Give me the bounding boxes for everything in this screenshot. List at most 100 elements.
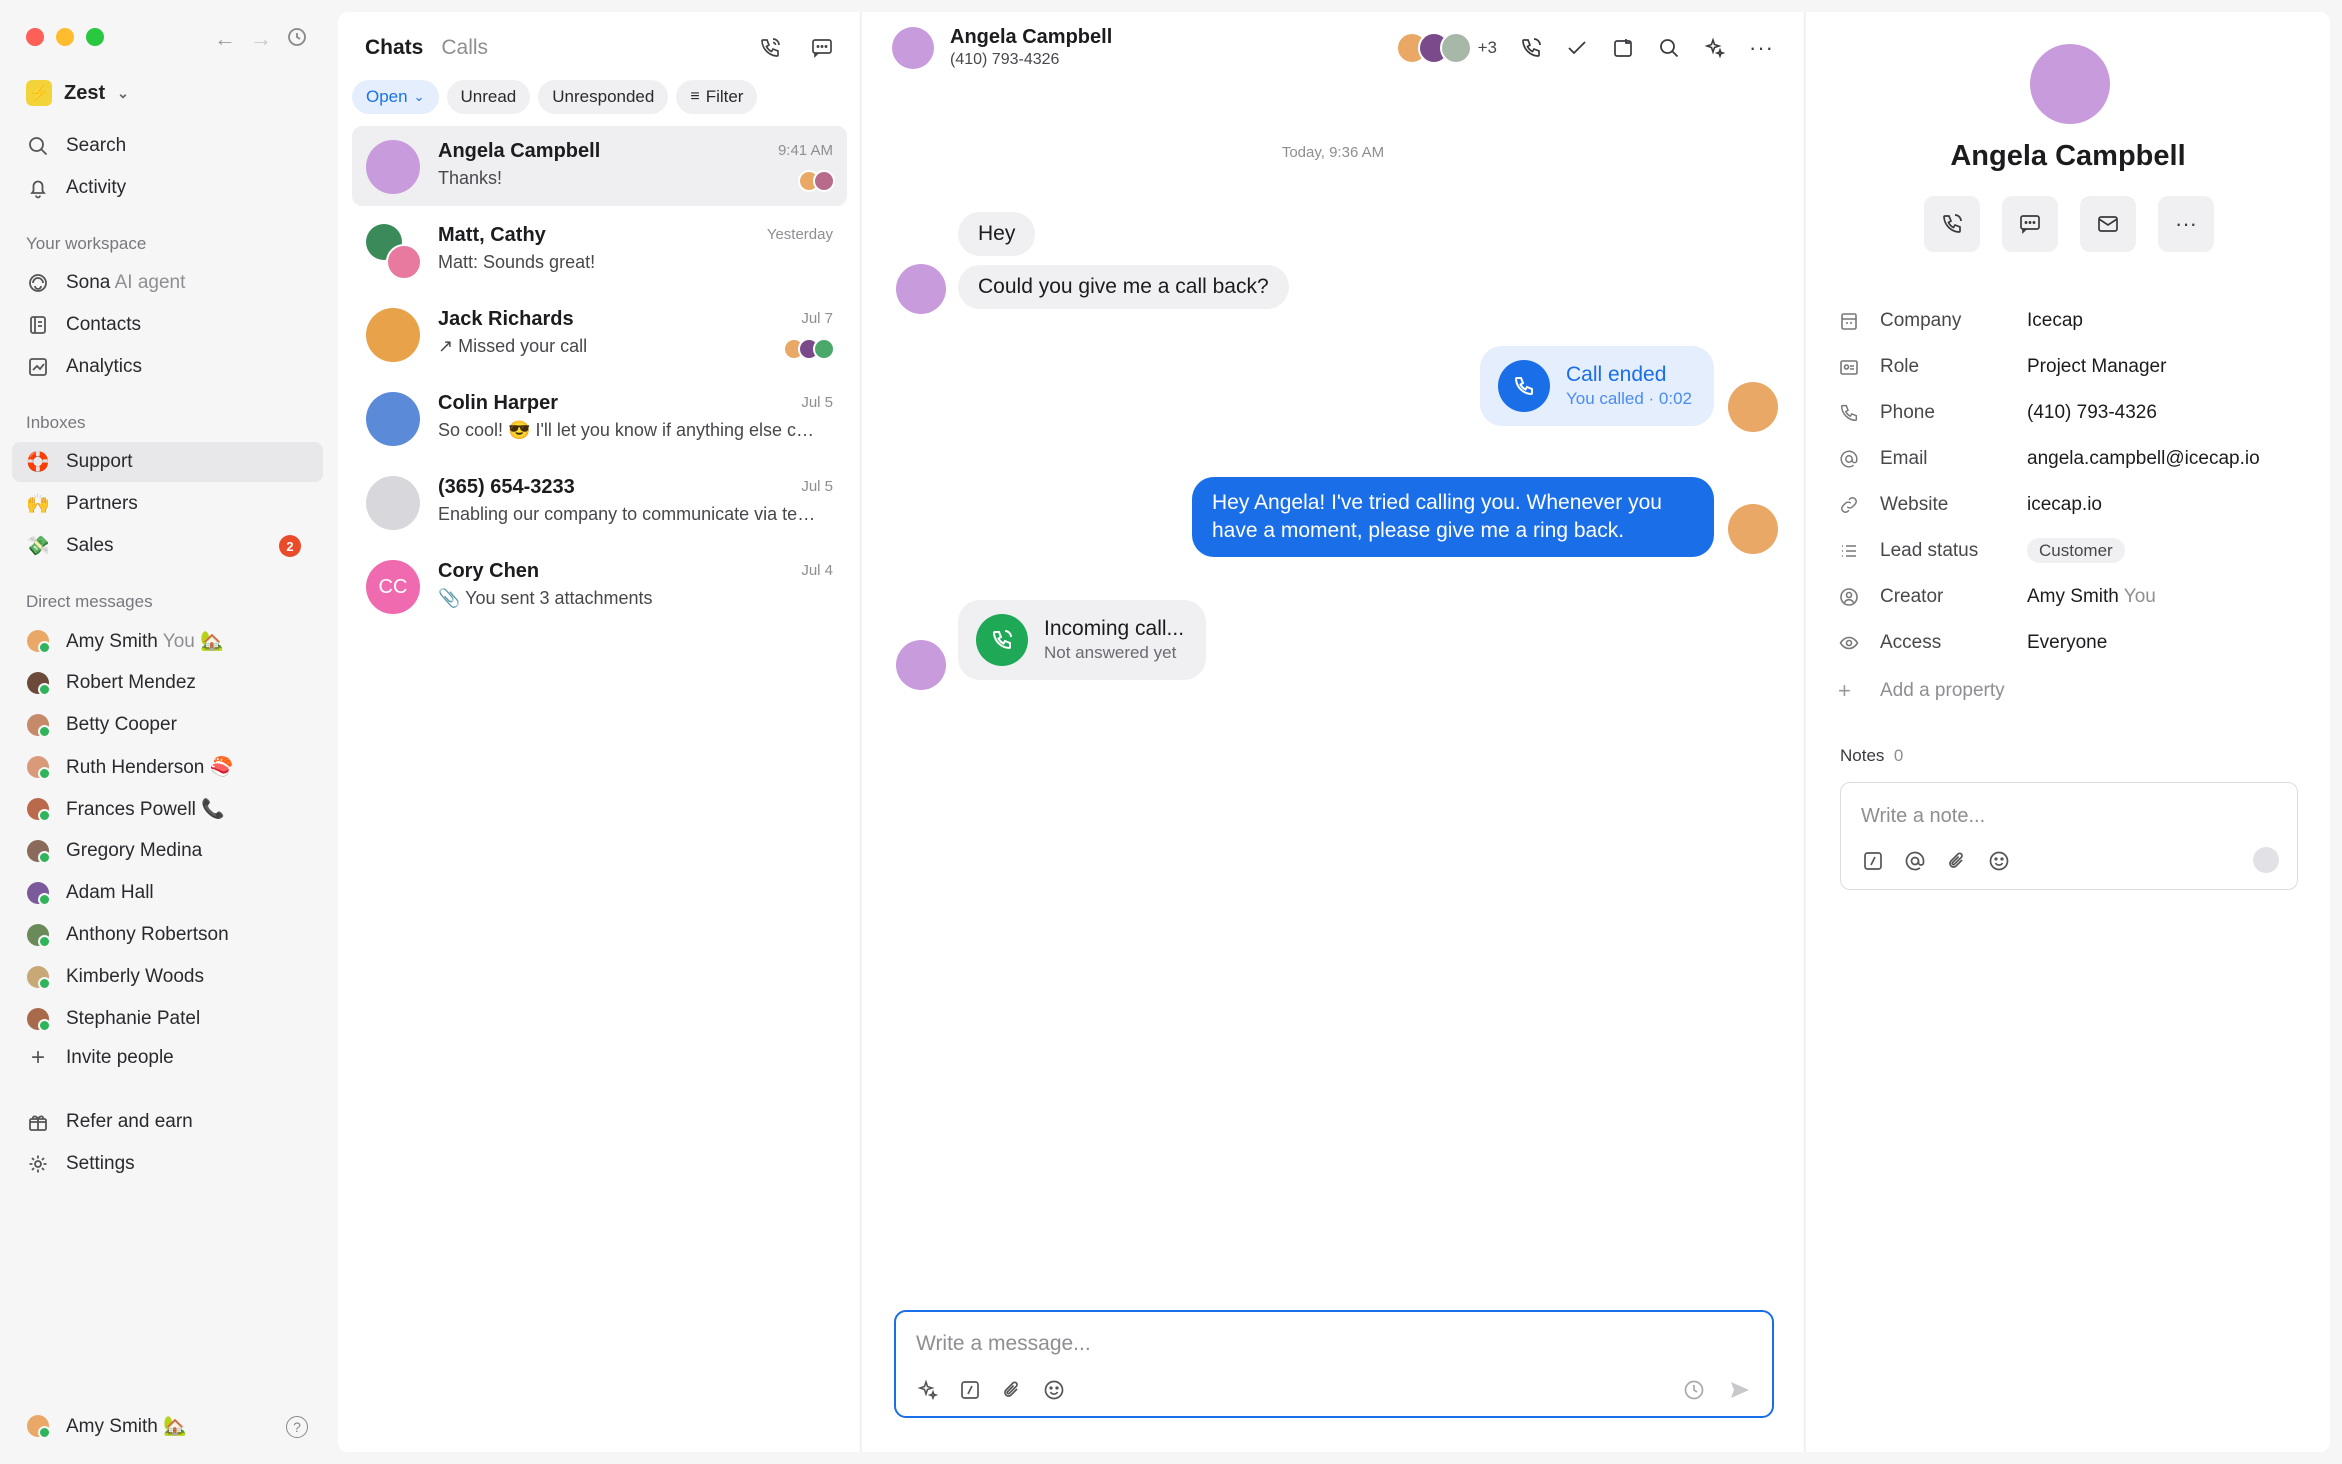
property-row[interactable]: Creator Amy Smith You (1838, 582, 2308, 612)
conversation-time: Jul 7 (801, 310, 833, 327)
dm-item[interactable]: Amy Smith You 🏡 (12, 621, 323, 661)
message-input[interactable]: Write a message... (916, 1332, 1091, 1356)
note-input[interactable]: Write a note... (1861, 805, 1985, 828)
filter-bar: Open ⌄ Unread Unresponded ≡ Filter (352, 80, 758, 114)
conversation-item[interactable]: Matt, Cathy Yesterday Matt: Sounds great! (352, 210, 847, 290)
dm-item[interactable]: Betty Cooper (12, 705, 323, 745)
help-icon[interactable]: ? (286, 1416, 308, 1438)
dm-item[interactable]: Frances Powell 📞 (12, 789, 323, 829)
incoming-message[interactable]: Could you give me a call back? (958, 265, 1289, 309)
property-row[interactable]: Website icecap.io (1838, 490, 2308, 520)
sidebar-item-sales[interactable]: 💸 Sales 2 (12, 526, 323, 566)
filter-unresponded[interactable]: Unresponded (538, 80, 669, 114)
dm-item[interactable]: Robert Mendez (12, 663, 323, 703)
dm-item[interactable]: Ruth Henderson 🍣 (12, 747, 323, 787)
conversation-item[interactable]: Jack Richards Jul 7 ↗ Missed your call (352, 294, 847, 374)
slash-command-icon[interactable] (1861, 849, 1885, 873)
tab-chats[interactable]: Chats (365, 36, 423, 60)
conversation-item[interactable]: Angela Campbell 9:41 AM Thanks! (352, 126, 847, 206)
sidebar-item-analytics[interactable]: Analytics (12, 347, 323, 387)
sender-avatar (896, 264, 946, 314)
filter-button[interactable]: ≡ Filter (676, 80, 758, 114)
close-window-button[interactable] (26, 28, 44, 46)
outgoing-message[interactable]: Hey Angela! I've tried calling you. When… (1192, 477, 1714, 557)
avatar (27, 1008, 51, 1032)
paperclip-icon[interactable] (1945, 849, 1969, 873)
paperclip-icon[interactable] (1000, 1378, 1024, 1402)
dm-item[interactable]: Anthony Robertson (12, 915, 323, 955)
dm-item[interactable]: Stephanie Patel (12, 999, 323, 1039)
chat-contact-name[interactable]: Angela Campbell (950, 26, 1112, 49)
your-workspace-heading: Your workspace (26, 234, 147, 253)
sidebar-item-sona[interactable]: Sona AI agent (12, 263, 323, 303)
conversation-item[interactable]: CC Cory Chen Jul 4 📎 You sent 3 attachments (352, 546, 847, 626)
filter-open[interactable]: Open ⌄ (352, 80, 439, 114)
snooze-icon[interactable] (1611, 36, 1635, 60)
history-clock-icon[interactable] (286, 26, 308, 52)
avatar (27, 1415, 51, 1439)
send-icon[interactable] (1728, 1378, 1752, 1402)
call-icon[interactable] (1519, 36, 1543, 60)
filter-unread[interactable]: Unread (446, 80, 531, 114)
message-composer[interactable]: Write a message... (894, 1310, 1774, 1418)
minimize-window-button[interactable] (56, 28, 74, 46)
sidebar-item-contacts[interactable]: Contacts (12, 305, 323, 345)
back-arrow-icon[interactable]: ← (214, 26, 236, 52)
settings-button[interactable]: Settings (12, 1144, 323, 1184)
message-contact-button[interactable] (2002, 196, 2058, 252)
dm-item[interactable]: Adam Hall (12, 873, 323, 913)
search-icon (26, 134, 50, 158)
refer-and-earn-button[interactable]: Refer and earn (12, 1102, 323, 1142)
ai-sparkle-icon[interactable] (916, 1378, 940, 1402)
property-row[interactable]: Lead status Customer (1838, 536, 2308, 566)
tab-calls[interactable]: Calls (441, 36, 488, 60)
property-row[interactable]: Company Icecap (1838, 306, 2308, 336)
call-ended-card[interactable]: Call ended You called · 0:02 (1479, 346, 1714, 426)
mention-icon[interactable] (1903, 849, 1927, 873)
sidebar-item-support[interactable]: 🛟 Support (12, 442, 323, 482)
participants-stack[interactable]: +3 (1395, 32, 1497, 64)
current-user-menu[interactable]: Amy Smith 🏡 (12, 1406, 323, 1446)
email-contact-button[interactable] (2080, 196, 2136, 252)
call-contact-button[interactable] (1924, 196, 1980, 252)
property-row[interactable]: Email angela.campbell@icecap.io (1838, 444, 2308, 474)
sidebar-item-search[interactable]: Search (12, 126, 323, 166)
more-horizontal-icon[interactable]: ··· (1749, 35, 1774, 61)
schedule-clock-icon[interactable] (1682, 1378, 1706, 1402)
checkmark-icon[interactable] (1565, 36, 1589, 60)
zoom-window-button[interactable] (86, 28, 104, 46)
dm-name: Anthony Robertson (66, 924, 229, 945)
dm-item[interactable]: Gregory Medina (12, 831, 323, 871)
property-row[interactable]: Access Everyone (1838, 628, 2308, 658)
incoming-message[interactable]: Hey (958, 212, 1036, 256)
incoming-call-card[interactable]: Incoming call... Not answered yet (958, 600, 1207, 680)
conversation-time: Jul 5 (801, 478, 833, 495)
add-property-button[interactable]: + Add a property (1838, 676, 2308, 706)
phone-icon[interactable] (758, 36, 782, 60)
more-options-button[interactable]: ··· (2158, 196, 2214, 252)
slash-command-icon[interactable] (958, 1378, 982, 1402)
new-message-icon[interactable] (810, 36, 834, 60)
dm-item[interactable]: Kimberly Woods (12, 957, 323, 997)
emoji-icon[interactable] (1987, 849, 2011, 873)
ai-sparkle-icon[interactable] (1703, 36, 1727, 60)
id-card-icon (1838, 356, 1862, 378)
conversation-item[interactable]: (365) 654-3233 Jul 5 Enabling our company … (352, 462, 847, 542)
search-icon[interactable] (1657, 36, 1681, 60)
sidebar-item-activity[interactable]: Activity (12, 168, 323, 208)
property-row[interactable]: Phone (410) 793-4326 (1838, 398, 2308, 428)
forward-arrow-icon[interactable]: → (250, 26, 272, 52)
contact-avatar[interactable] (892, 26, 934, 69)
emoji-icon[interactable] (1042, 1378, 1066, 1402)
note-composer[interactable]: Write a note... (1840, 782, 2298, 890)
sidebar-item-partners[interactable]: 🙌 Partners (12, 484, 323, 524)
app-window: ← → ⚡ Zest ⌄ Search Activity Your worksp… (0, 0, 2342, 1464)
workspace-switcher[interactable]: ⚡ Zest ⌄ (26, 80, 129, 106)
lead-status-tag[interactable]: Customer (2027, 538, 2125, 563)
conversation-time: Jul 5 (801, 394, 833, 411)
note-send-button[interactable] (2253, 847, 2279, 873)
sender-avatar (1728, 504, 1778, 554)
invite-people-button[interactable]: + Invite people (12, 1038, 323, 1078)
conversation-item[interactable]: Colin Harper Jul 5 So cool! 😎 I'll let you… (352, 378, 847, 458)
property-row[interactable]: Role Project Manager (1838, 352, 2308, 382)
